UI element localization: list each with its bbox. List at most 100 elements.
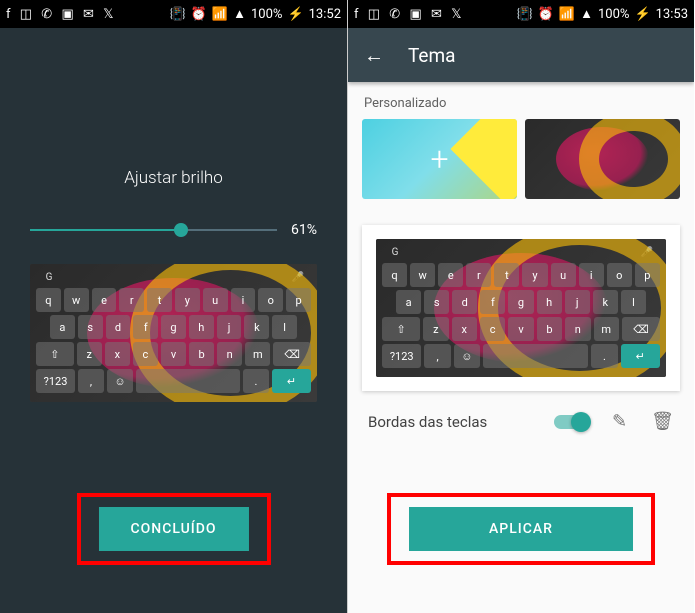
letter-key-z: z xyxy=(77,342,102,366)
key-borders-toggle[interactable] xyxy=(554,415,588,429)
google-icon: G xyxy=(386,245,404,259)
letter-key-j: j xyxy=(565,290,590,314)
key-borders-label: Bordas das teclas xyxy=(368,413,487,431)
custom-theme-thumbnail[interactable] xyxy=(525,119,680,199)
app-bar: ← Tema xyxy=(348,28,694,82)
theme-settings-screen: f ◫ ✆ ▣ ✉ 𝕏 📳 ⏰ 📶 ▲ 100% ⚡ 13:53 ← Tema … xyxy=(347,0,694,613)
letter-key-x: x xyxy=(105,342,130,366)
letter-key-e: e xyxy=(92,288,117,312)
shift-key: ⇧ xyxy=(382,317,420,341)
facebook-icon: f xyxy=(354,7,359,22)
twitter-icon: 𝕏 xyxy=(451,7,461,22)
apply-button-container: APLICAR xyxy=(387,493,655,565)
letter-key-r: r xyxy=(466,263,491,287)
add-theme-card[interactable]: + xyxy=(362,119,517,199)
space-key xyxy=(483,344,588,368)
enter-key: ↵ xyxy=(272,369,311,393)
letter-key-z: z xyxy=(423,317,448,341)
comma-key: , xyxy=(78,369,104,393)
status-bar: f ◫ ✆ ▣ ✉ 𝕏 📳 ⏰ 📶 ▲ 100% ⚡ 13:53 xyxy=(348,0,694,28)
letter-key-a: a xyxy=(396,290,421,314)
letter-key-f: f xyxy=(133,315,158,339)
vibrate-icon: 📳 xyxy=(170,7,186,22)
done-button[interactable]: CONCLUÍDO xyxy=(98,507,248,551)
letter-key-f: f xyxy=(480,290,505,314)
letter-key-w: w xyxy=(410,263,435,287)
status-left-icons: f ◫ ✆ ▣ ✉ 𝕏 xyxy=(354,7,468,22)
keyboard-row-2: asdfghjkl xyxy=(382,290,660,314)
letter-key-d: d xyxy=(452,290,477,314)
done-button-container: CONCLUÍDO xyxy=(76,493,270,565)
letter-key-b: b xyxy=(537,317,562,341)
facebook-icon: f xyxy=(6,7,11,22)
letter-key-q: q xyxy=(382,263,407,287)
letter-key-k: k xyxy=(593,290,618,314)
letter-key-w: w xyxy=(64,288,89,312)
theme-controls-row: Bordas das teclas ✎ 🗑 xyxy=(348,391,694,442)
plus-icon: + xyxy=(430,140,448,178)
brightness-value: 61% xyxy=(291,222,317,238)
letter-key-g: g xyxy=(161,315,186,339)
letter-key-c: c xyxy=(480,317,505,341)
wifi-icon: 📶 xyxy=(559,7,575,22)
keyboard-row-4: ?123 , ☺ . ↵ xyxy=(382,344,660,368)
battery-text: 100% xyxy=(598,7,629,22)
apply-button[interactable]: APLICAR xyxy=(409,507,633,551)
status-left-icons: f ◫ ✆ ▣ ✉ 𝕏 xyxy=(6,7,120,22)
letter-key-j: j xyxy=(217,315,242,339)
backspace-key: ⌫ xyxy=(622,317,660,341)
trello-icon: ◫ xyxy=(20,7,32,22)
charging-icon: ⚡ xyxy=(287,7,303,22)
letter-key-m: m xyxy=(594,317,619,341)
letter-key-b: b xyxy=(189,342,214,366)
edit-icon[interactable]: ✎ xyxy=(612,411,627,432)
wifi-icon: 📶 xyxy=(212,7,228,22)
letter-key-p: p xyxy=(286,288,311,312)
letter-key-t: t xyxy=(494,263,519,287)
brightness-title: Ajustar brilho xyxy=(0,168,347,188)
letter-key-k: k xyxy=(244,315,269,339)
period-key: . xyxy=(243,369,269,393)
symbols-key: ?123 xyxy=(36,369,75,393)
page-title: Tema xyxy=(408,44,456,67)
letter-key-a: a xyxy=(50,315,75,339)
letter-key-y: y xyxy=(175,288,200,312)
letter-key-o: o xyxy=(258,288,283,312)
brightness-slider[interactable] xyxy=(30,218,277,242)
letter-key-n: n xyxy=(217,342,242,366)
gallery-icon: ▣ xyxy=(61,7,73,22)
letter-key-o: o xyxy=(607,263,632,287)
outlook-icon: ✉ xyxy=(83,7,94,22)
toggle-thumb xyxy=(571,412,591,432)
keyboard-preview: G 🎤 qwertyuiop asdfghjkl ⇧ zxcvbnm ⌫ ?12… xyxy=(30,264,317,402)
keyboard-row-3: ⇧ zxcvbnm ⌫ xyxy=(36,342,311,366)
delete-icon[interactable]: 🗑 xyxy=(651,411,674,432)
back-arrow-icon[interactable]: ← xyxy=(364,43,384,68)
highlight-annotation: CONCLUÍDO xyxy=(76,493,270,565)
trello-icon: ◫ xyxy=(368,7,380,22)
clock-text: 13:52 xyxy=(309,7,341,22)
battery-text: 100% xyxy=(251,7,282,22)
gallery-icon: ▣ xyxy=(409,7,421,22)
keyboard-preview: G 🎤 qwertyuiop asdfghjkl ⇧ zxcvbnm ⌫ ?12… xyxy=(376,239,666,377)
letter-key-h: h xyxy=(537,290,562,314)
letter-key-c: c xyxy=(133,342,158,366)
twitter-icon: 𝕏 xyxy=(103,7,113,22)
letter-key-m: m xyxy=(245,342,270,366)
letter-key-g: g xyxy=(508,290,533,314)
letter-key-u: u xyxy=(203,288,228,312)
keyboard-background: G 🎤 qwertyuiop asdfghjkl ⇧ zxcvbnm ⌫ ?12… xyxy=(30,264,317,402)
slider-thumb[interactable] xyxy=(174,223,188,237)
shift-key: ⇧ xyxy=(36,342,74,366)
keyboard-background: G 🎤 qwertyuiop asdfghjkl ⇧ zxcvbnm ⌫ ?12… xyxy=(376,239,666,377)
status-right-icons: 📳 ⏰ 📶 ▲ 100% ⚡ 13:53 xyxy=(517,6,688,22)
keyboard-row-4: ?123 , ☺ . ↵ xyxy=(36,369,311,393)
letter-key-n: n xyxy=(565,317,590,341)
letter-key-y: y xyxy=(522,263,547,287)
highlight-annotation: APLICAR xyxy=(387,493,655,565)
letter-key-e: e xyxy=(438,263,463,287)
slider-fill xyxy=(30,229,181,231)
clock-text: 13:53 xyxy=(656,7,688,22)
letter-key-p: p xyxy=(635,263,660,287)
theme-grid: + xyxy=(348,119,694,199)
